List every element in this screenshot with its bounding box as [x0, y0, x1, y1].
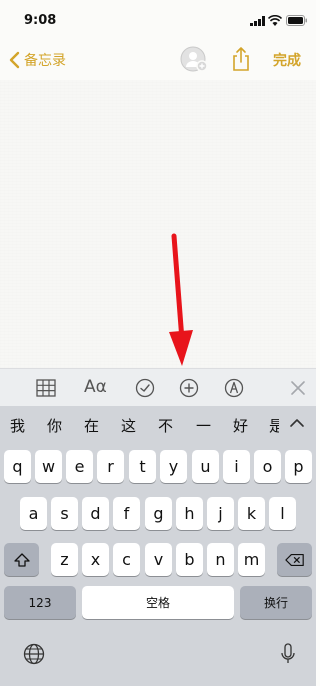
key-h[interactable]: h	[176, 497, 203, 530]
chevron-left-icon	[9, 51, 20, 69]
microphone-icon[interactable]	[276, 642, 300, 666]
key-z[interactable]: z	[51, 543, 78, 576]
chevron-up-icon[interactable]	[288, 416, 306, 430]
return-key[interactable]: 换行	[240, 586, 312, 619]
key-l[interactable]: l	[269, 497, 296, 530]
backspace-icon	[284, 553, 304, 566]
shift-icon	[13, 552, 30, 567]
key-v[interactable]: v	[145, 543, 172, 576]
candidate-word[interactable]: 这	[121, 415, 136, 436]
key-p[interactable]: p	[285, 450, 312, 483]
markup-pen-icon[interactable]	[223, 377, 245, 399]
key-c[interactable]: c	[113, 543, 140, 576]
globe-icon[interactable]	[22, 642, 46, 666]
key-t[interactable]: t	[129, 450, 156, 483]
share-icon[interactable]	[230, 46, 252, 72]
back-button[interactable]: 备忘录	[8, 48, 66, 72]
battery-icon	[286, 15, 307, 26]
format-toolbar: Aα	[0, 368, 316, 406]
key-f[interactable]: f	[113, 497, 140, 530]
navigation-bar: 备忘录 完成	[0, 40, 316, 80]
back-label: 备忘录	[24, 53, 66, 69]
checklist-icon[interactable]	[134, 377, 156, 399]
table-icon[interactable]	[35, 377, 57, 399]
key-w[interactable]: w	[35, 450, 62, 483]
key-s[interactable]: s	[51, 497, 78, 530]
candidate-word[interactable]: 你	[47, 415, 62, 436]
key-e[interactable]: e	[66, 450, 93, 483]
numbers-key[interactable]: 123	[4, 586, 76, 619]
key-x[interactable]: x	[82, 543, 109, 576]
key-q[interactable]: q	[4, 450, 31, 483]
status-bar: 9:08	[0, 0, 316, 40]
notes-screen: 9:08 备忘录 完成 Aα 我 你 在 这 不 一 好 是 q w e r t…	[0, 0, 316, 686]
done-button[interactable]: 完成	[273, 50, 301, 70]
cellular-signal-icon	[250, 16, 265, 26]
candidate-word[interactable]: 我	[10, 415, 25, 436]
key-g[interactable]: g	[145, 497, 172, 530]
red-arrow-annotation	[169, 233, 193, 366]
close-icon[interactable]	[287, 377, 309, 399]
note-editor[interactable]	[0, 80, 316, 368]
candidate-word[interactable]: 好	[233, 415, 248, 436]
add-icon[interactable]	[178, 377, 200, 399]
key-a[interactable]: a	[20, 497, 47, 530]
key-y[interactable]: y	[160, 450, 187, 483]
status-time: 9:08	[24, 13, 57, 28]
key-m[interactable]: m	[238, 543, 265, 576]
candidate-word[interactable]: 是	[269, 415, 279, 436]
key-o[interactable]: o	[254, 450, 281, 483]
candidate-word[interactable]: 不	[158, 415, 173, 436]
key-j[interactable]: j	[207, 497, 234, 530]
space-key[interactable]: 空格	[82, 586, 234, 619]
text-format-icon[interactable]: Aα	[84, 375, 112, 397]
shift-key[interactable]	[4, 543, 39, 576]
key-d[interactable]: d	[82, 497, 109, 530]
add-people-icon[interactable]	[180, 46, 210, 74]
wifi-icon	[268, 15, 282, 26]
delete-key[interactable]	[277, 543, 312, 576]
key-r[interactable]: r	[97, 450, 124, 483]
key-u[interactable]: u	[192, 450, 219, 483]
keyboard: 我 你 在 这 不 一 好 是 q w e r t y u i o p a s …	[0, 406, 316, 686]
candidate-word[interactable]: 一	[196, 415, 211, 436]
key-i[interactable]: i	[223, 450, 250, 483]
candidate-bar: 我 你 在 这 不 一 好 是	[0, 406, 316, 444]
key-n[interactable]: n	[207, 543, 234, 576]
key-k[interactable]: k	[238, 497, 265, 530]
candidate-word[interactable]: 在	[84, 415, 99, 436]
key-b[interactable]: b	[176, 543, 203, 576]
